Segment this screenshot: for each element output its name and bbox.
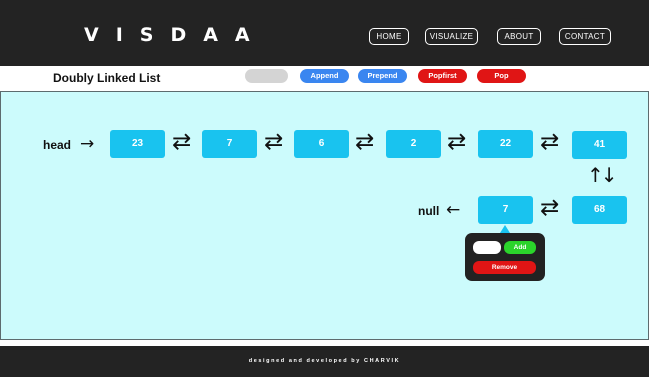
nav-home-button[interactable]: HOME [369, 28, 409, 45]
list-node-5[interactable]: 22 [478, 130, 533, 158]
head-label: head [43, 138, 72, 152]
popup-caret [500, 225, 510, 233]
popup-value-input[interactable] [473, 241, 501, 254]
list-node-6[interactable]: 41 [572, 131, 627, 159]
null-label: null [418, 204, 440, 218]
list-node-2[interactable]: 7 [202, 130, 257, 158]
remove-button[interactable]: Remove [473, 261, 536, 274]
head-arrow-icon: → [80, 134, 95, 154]
add-button[interactable]: Add [504, 241, 536, 254]
nav-contact-button[interactable]: CONTACT [559, 28, 611, 45]
list-node-1[interactable]: 23 [110, 130, 165, 158]
nav-visualize-button[interactable]: VISUALIZE [425, 28, 478, 45]
list-node-7[interactable]: 68 [572, 196, 627, 224]
double-arrow-icon: ⇄ [540, 129, 560, 155]
pop-button[interactable]: Pop [477, 69, 526, 83]
navbar: VISDAA HOME VISUALIZE ABOUT CONTACT [0, 0, 649, 66]
list-node-3[interactable]: 6 [294, 130, 349, 158]
list-node-4[interactable]: 2 [386, 130, 441, 158]
double-arrow-icon: ⇄ [355, 129, 375, 155]
prepend-button[interactable]: Prepend [358, 69, 407, 83]
page-title: Doubly Linked List [53, 71, 161, 85]
double-arrow-icon: ⇄ [447, 129, 467, 155]
popfirst-button[interactable]: Popfirst [418, 69, 467, 83]
null-arrow-icon: ← [446, 200, 461, 220]
toolbar: Doubly Linked List Append Prepend Popfir… [0, 66, 649, 90]
nav-about-button[interactable]: ABOUT [497, 28, 541, 45]
node-popup: Add Remove [465, 233, 545, 281]
append-button[interactable]: Append [300, 69, 349, 83]
double-arrow-icon: ⇄ [540, 195, 560, 221]
double-arrow-icon: ⇄ [264, 129, 284, 155]
logo[interactable]: VISDAA [84, 24, 267, 46]
up-down-arrow-icon: ↑↓ [587, 163, 617, 187]
value-input[interactable] [245, 69, 288, 83]
footer-credit: designed and developed by CHARVIK [248, 358, 401, 364]
double-arrow-icon: ⇄ [172, 129, 192, 155]
list-node-8[interactable]: 7 [478, 196, 533, 224]
footer: designed and developed by CHARVIK [0, 346, 649, 377]
